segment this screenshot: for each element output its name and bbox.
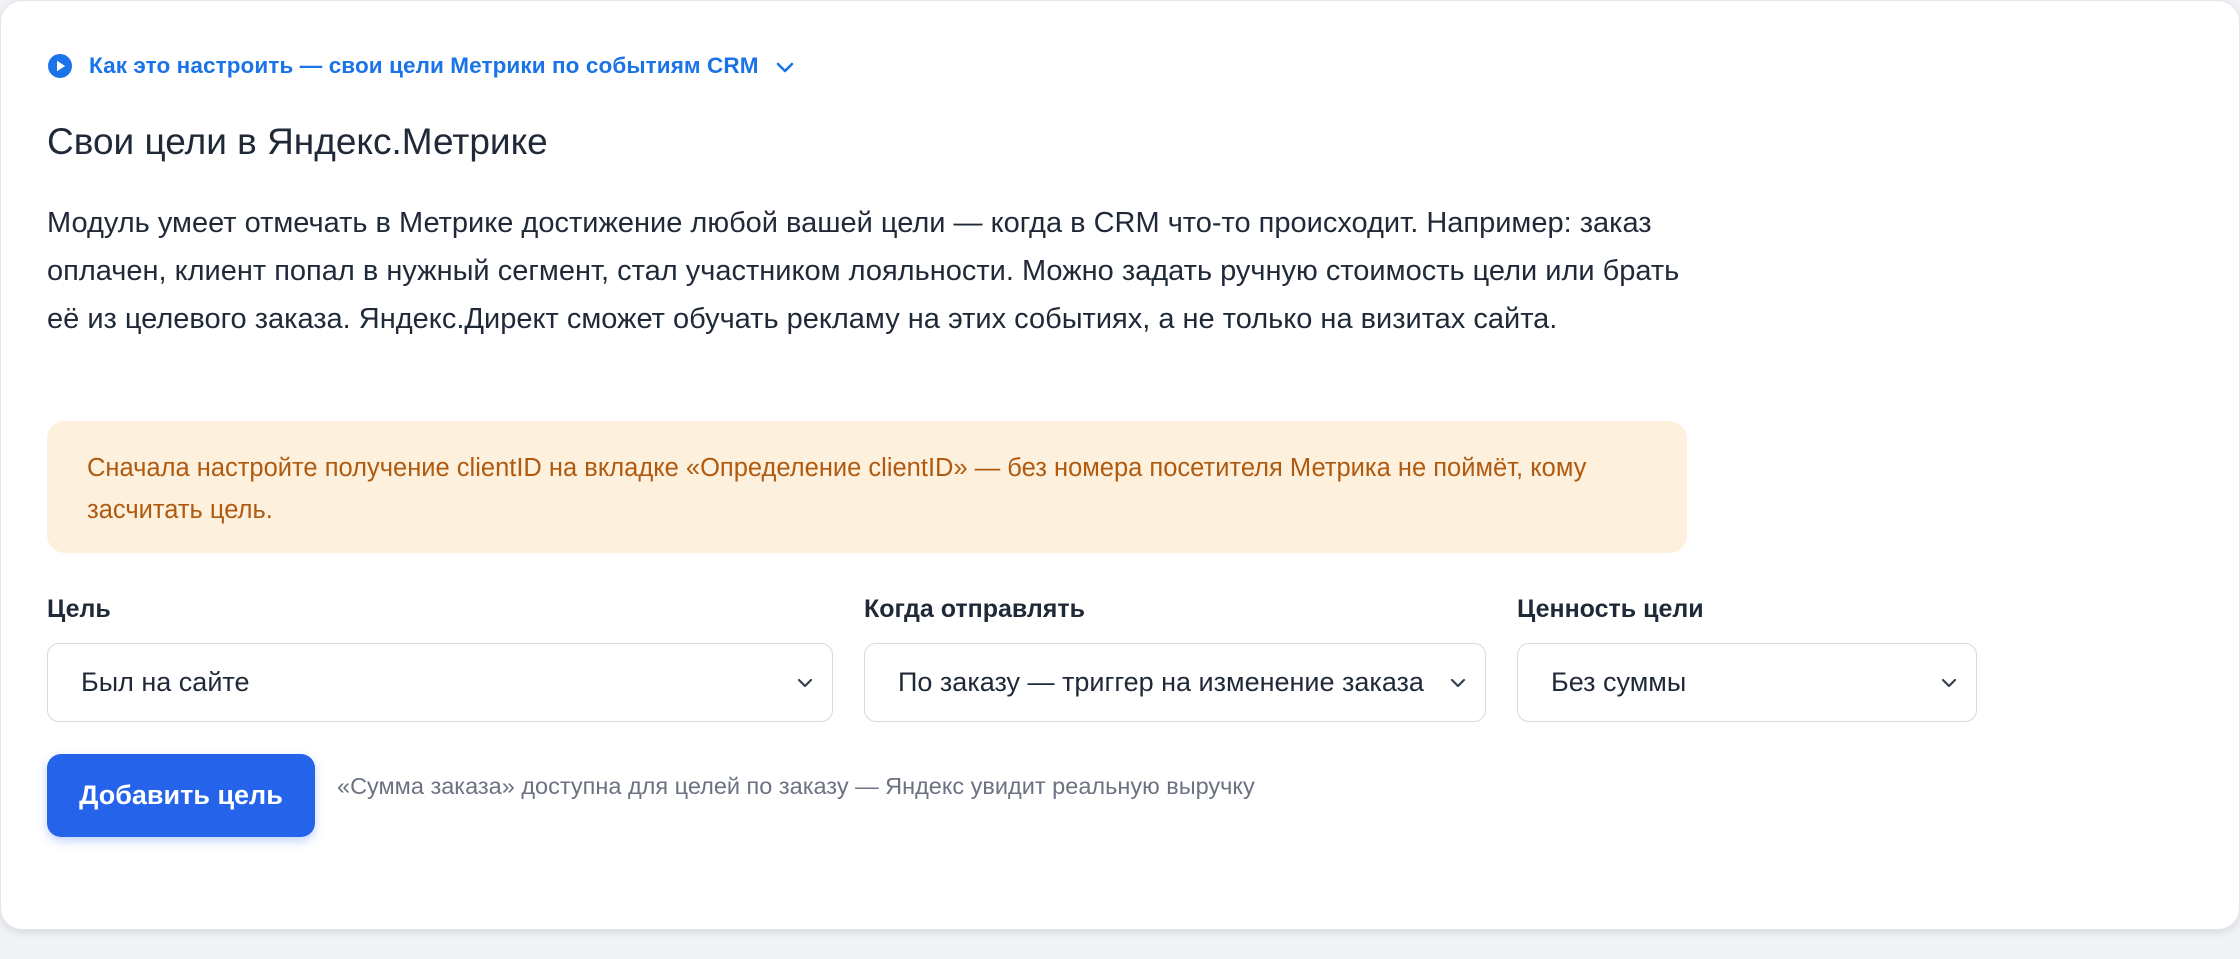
chevron-down-icon (1450, 678, 1466, 687)
clientid-notice: Сначала настройте получение clientID на … (47, 421, 1687, 553)
goal-select-value: Был на сайте (81, 667, 250, 697)
chevron-down-icon (797, 678, 813, 687)
chevron-down-icon (776, 62, 793, 73)
goal-select[interactable]: Был на сайте (47, 643, 833, 722)
add-goal-button[interactable]: Добавить цель (47, 754, 315, 837)
howto-toggle[interactable]: Как это настроить — свои цели Метрики по… (47, 51, 797, 81)
play-circle-icon (48, 54, 72, 78)
order-sum-hint: «Сумма заказа» доступна для целей по зак… (337, 773, 1255, 799)
when-select[interactable]: По заказу — триггер на изменение заказа (864, 643, 1486, 722)
metrika-goals-card: Как это настроить — свои цели Метрики по… (0, 0, 2240, 930)
value-select[interactable]: Без суммы (1517, 643, 1977, 722)
when-label: Когда отправлять (864, 595, 1085, 623)
section-description: Модуль умеет отмечать в Метрике достижен… (47, 207, 1680, 335)
goal-label: Цель (47, 595, 111, 623)
howto-label: Как это настроить — свои цели Метрики по… (89, 53, 759, 78)
when-select-value: По заказу — триггер на изменение заказа (898, 667, 1424, 697)
chevron-down-icon (1941, 678, 1957, 687)
value-select-value: Без суммы (1551, 667, 1687, 697)
notice-text: Сначала настройте получение clientID на … (87, 454, 1587, 524)
section-title: Свои цели в Яндекс.Метрике (47, 121, 548, 162)
value-label: Ценность цели (1517, 595, 1704, 623)
